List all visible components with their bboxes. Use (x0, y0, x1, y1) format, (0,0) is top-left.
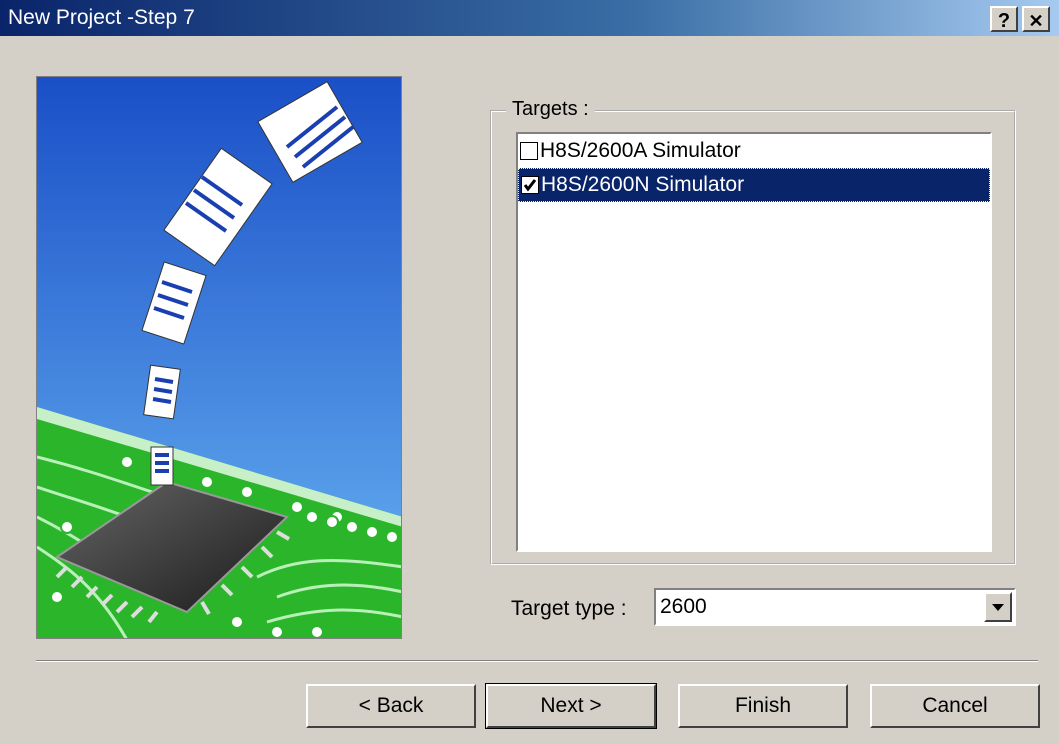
window-title: New Project -Step 7 (8, 6, 195, 29)
separator-line (36, 660, 1038, 662)
back-button[interactable]: < Back (306, 684, 476, 728)
target-checkbox-h8s-2600n[interactable] (521, 176, 539, 194)
title-bar: New Project -Step 7 ? ✕ (0, 0, 1059, 36)
next-button[interactable]: Next > (485, 683, 657, 729)
target-label: H8S/2600N Simulator (541, 173, 745, 196)
targets-list[interactable]: H8S/2600A Simulator H8S/2600N Simulator (516, 132, 992, 552)
close-button[interactable]: ✕ (1022, 6, 1050, 32)
cancel-button[interactable]: Cancel (870, 684, 1040, 728)
target-item-h8s-2600a[interactable]: H8S/2600A Simulator (518, 134, 990, 168)
target-type-select[interactable]: 2600 (654, 588, 1016, 626)
wizard-illustration (36, 76, 402, 639)
target-label: H8S/2600A Simulator (540, 139, 741, 162)
target-type-label: Target type : (511, 597, 627, 620)
chevron-down-icon (992, 604, 1004, 611)
finish-button[interactable]: Finish (678, 684, 848, 728)
help-button[interactable]: ? (990, 6, 1018, 32)
targets-legend: Targets : (506, 98, 595, 121)
target-item-h8s-2600n[interactable]: H8S/2600N Simulator (518, 168, 990, 202)
target-type-value: 2600 (660, 595, 707, 618)
targets-group: Targets : H8S/2600A Simulator H8S/2600N … (490, 98, 1016, 565)
checkmark-icon (523, 179, 537, 192)
dropdown-button[interactable] (984, 592, 1012, 622)
target-checkbox-h8s-2600a[interactable] (520, 142, 538, 160)
